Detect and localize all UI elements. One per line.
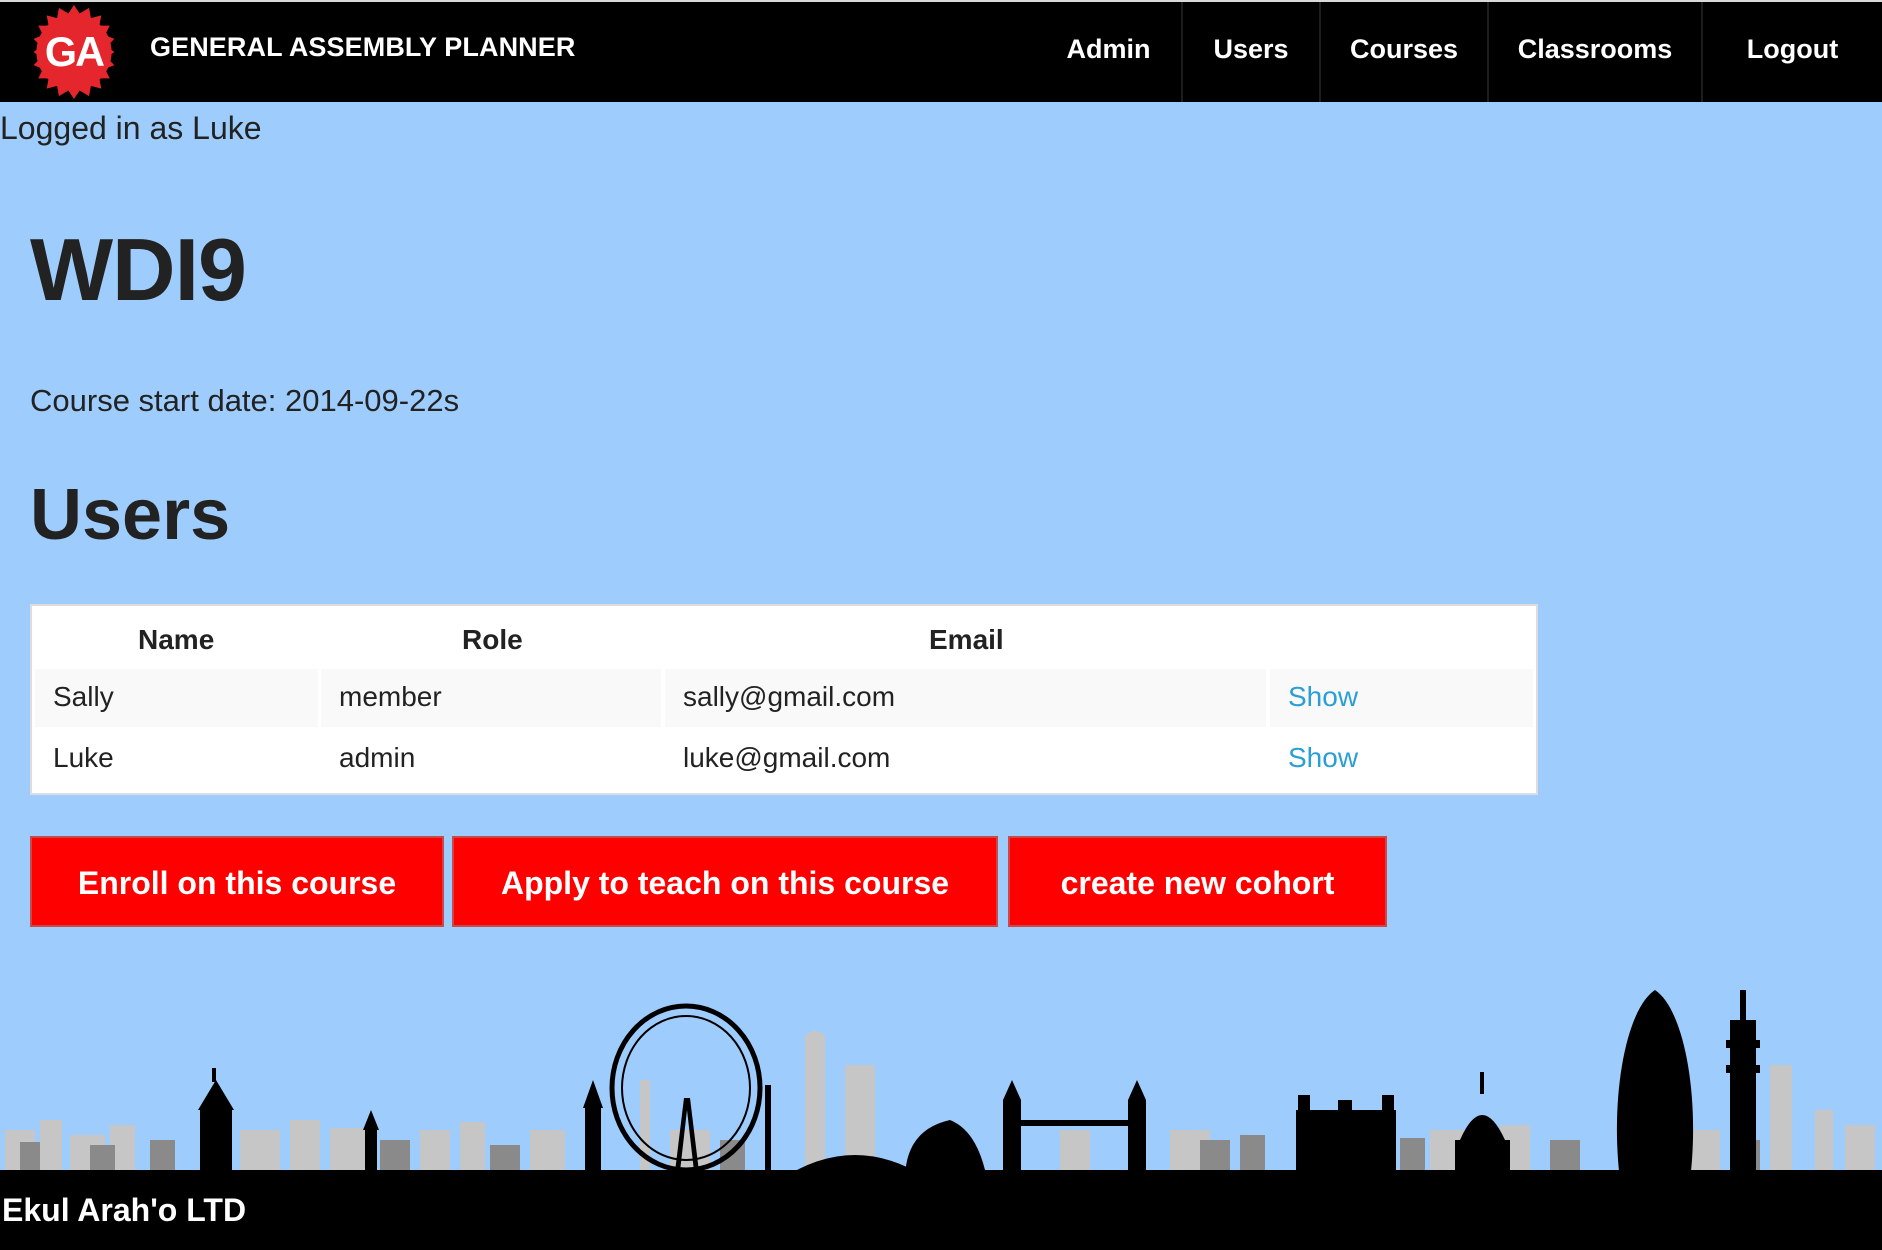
cell-role: admin xyxy=(339,742,416,773)
nav-courses[interactable]: Courses xyxy=(1319,2,1487,102)
column-header-email: Email xyxy=(929,624,1004,655)
cell-role: member xyxy=(321,669,661,727)
column-header-role: Role xyxy=(462,624,523,655)
table-row: Sally member sally@gmail.com Show xyxy=(35,669,1533,727)
footer-company-name: Ekul Arah'o LTD xyxy=(2,1192,247,1228)
create-cohort-button[interactable]: create new cohort xyxy=(1008,836,1387,927)
nav-users[interactable]: Users xyxy=(1181,2,1319,102)
show-user-link[interactable]: Show xyxy=(1288,742,1358,773)
ga-logo[interactable]: GA xyxy=(27,5,121,99)
top-navbar: GA GENERAL ASSEMBLY PLANNER Admin Users … xyxy=(0,0,1882,102)
cell-name: Sally xyxy=(35,669,318,727)
nav-logout[interactable]: Logout xyxy=(1701,2,1882,102)
skyline-landmarks xyxy=(0,990,1882,1180)
users-heading: Users xyxy=(30,475,231,555)
page-footer: Ekul Arah'o LTD xyxy=(0,1180,1882,1250)
logo-text: GA xyxy=(45,29,104,75)
column-header-name: Name xyxy=(138,624,215,655)
apply-to-teach-button[interactable]: Apply to teach on this course xyxy=(452,836,998,927)
enroll-button[interactable]: Enroll on this course xyxy=(30,836,444,927)
users-table: Name Role Email Sally member sally@gmail… xyxy=(30,604,1538,795)
course-title: WDI9 xyxy=(30,220,247,319)
london-skyline-illustration xyxy=(0,990,1882,1180)
cell-name: Luke xyxy=(53,742,114,773)
show-user-link[interactable]: Show xyxy=(1288,681,1358,712)
nav-admin[interactable]: Admin xyxy=(1036,2,1181,102)
brand-title[interactable]: GENERAL ASSEMBLY PLANNER xyxy=(150,32,575,63)
main-nav: Admin Users Courses Classrooms Logout xyxy=(1036,2,1882,102)
cell-action: Show xyxy=(1270,669,1533,727)
course-start-date: Course start date: 2014-09-22s xyxy=(30,383,460,418)
table-row: Luke admin luke@gmail.com Show xyxy=(35,730,1533,788)
cell-email: luke@gmail.com xyxy=(683,742,891,773)
cell-email: sally@gmail.com xyxy=(665,669,1266,727)
logged-in-status: Logged in as Luke xyxy=(0,110,262,146)
cell-action: Show xyxy=(1270,730,1533,788)
nav-classrooms[interactable]: Classrooms xyxy=(1487,2,1701,102)
